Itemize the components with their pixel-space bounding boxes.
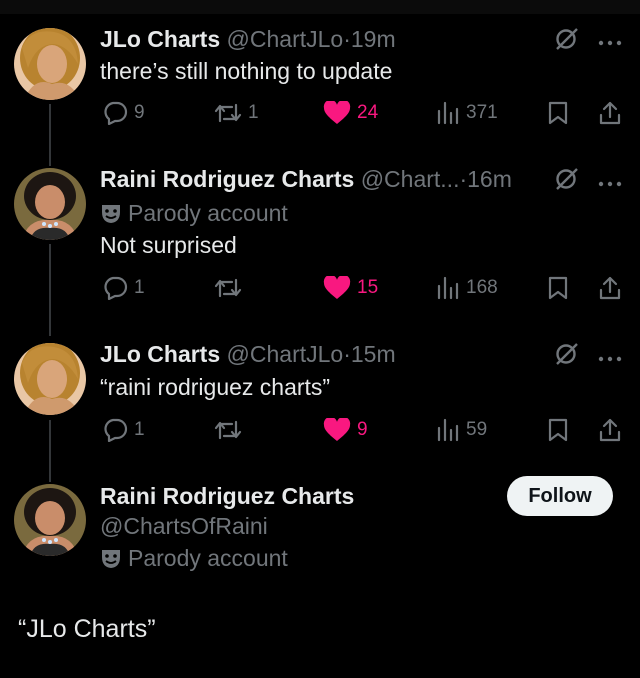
like-count: 9 — [357, 419, 368, 440]
view-count: 371 — [466, 102, 498, 123]
status-strip — [0, 0, 640, 14]
reply-button[interactable]: 1 — [102, 418, 145, 442]
view-count: 59 — [466, 419, 488, 440]
heart-filled-icon — [323, 418, 351, 441]
parody-text: Parody account — [128, 200, 288, 226]
retweet-icon — [214, 420, 242, 440]
reply-count: 1 — [134, 277, 145, 298]
retweet-count: 1 — [248, 102, 259, 123]
bookmark-icon[interactable] — [548, 101, 568, 130]
heart-filled-icon — [323, 276, 351, 299]
tweet-text: “JLo Charts” — [18, 615, 156, 643]
author-handle: @ChartJLo — [226, 341, 344, 367]
author-handle: @Chart... — [360, 166, 460, 192]
heart-filled-icon — [323, 101, 351, 124]
reply-button[interactable]: 9 — [102, 101, 145, 125]
view-count: 168 — [466, 277, 498, 298]
avatar[interactable] — [14, 28, 86, 100]
author-handle: @ChartJLo — [226, 26, 344, 52]
grok-icon[interactable] — [554, 341, 580, 372]
grok-icon[interactable] — [554, 166, 580, 197]
retweet-button[interactable] — [214, 418, 248, 442]
bookmark-icon[interactable] — [548, 276, 568, 305]
timestamp[interactable]: 19m — [351, 26, 396, 52]
thread-line — [49, 420, 51, 482]
author-name[interactable]: JLo Charts @ChartJLo·15m — [100, 341, 396, 368]
views-button[interactable]: 371 — [436, 101, 498, 125]
separator-dot: · — [343, 26, 351, 52]
retweet-button[interactable] — [214, 276, 248, 300]
views-icon — [437, 418, 459, 442]
like-button[interactable]: 24 — [323, 101, 378, 125]
retweet-icon — [214, 278, 242, 298]
parody-label: Parody account — [100, 545, 288, 572]
avatar[interactable] — [14, 168, 86, 240]
parody-label: Parody account — [100, 200, 288, 227]
share-icon[interactable] — [598, 276, 622, 305]
share-icon[interactable] — [598, 101, 622, 130]
more-icon[interactable] — [598, 350, 622, 368]
share-icon[interactable] — [598, 418, 622, 447]
views-button[interactable]: 59 — [436, 418, 487, 442]
author-name[interactable]: JLo Charts @ChartJLo·19m — [100, 26, 396, 53]
reply-icon — [104, 418, 128, 442]
more-icon[interactable] — [598, 34, 622, 52]
author-handle[interactable]: @ChartsOfRaini — [100, 513, 268, 540]
reply-icon — [104, 276, 128, 300]
retweet-button[interactable]: 1 — [214, 101, 259, 125]
like-count: 15 — [357, 277, 379, 298]
avatar[interactable] — [14, 484, 86, 556]
tweet-text: there’s still nothing to update — [100, 58, 393, 84]
bookmark-icon[interactable] — [548, 418, 568, 447]
reply-count: 1 — [134, 419, 145, 440]
grok-icon[interactable] — [554, 26, 580, 57]
reply-count: 9 — [134, 102, 145, 123]
avatar[interactable] — [14, 343, 86, 415]
like-button[interactable]: 15 — [323, 276, 378, 300]
timestamp[interactable]: 15m — [351, 341, 396, 367]
timestamp[interactable]: 16m — [467, 166, 512, 192]
like-button[interactable]: 9 — [323, 418, 368, 442]
views-icon — [437, 276, 459, 300]
author-name[interactable]: Raini Rodriguez Charts @Chart...·16m — [100, 166, 512, 193]
parody-mask-icon — [102, 550, 120, 568]
reply-button[interactable]: 1 — [102, 276, 145, 300]
separator-dot: · — [459, 166, 468, 192]
views-button[interactable]: 168 — [436, 276, 498, 300]
like-count: 24 — [357, 102, 379, 123]
separator-dot: · — [343, 341, 351, 367]
retweet-icon — [214, 103, 242, 123]
more-icon[interactable] — [598, 175, 622, 193]
author-name[interactable]: Raini Rodriguez Charts — [100, 483, 354, 510]
follow-button[interactable]: Follow — [507, 476, 613, 516]
reply-icon — [104, 101, 128, 125]
parody-text: Parody account — [128, 545, 288, 571]
tweet-text: Not surprised — [100, 232, 237, 258]
thread-line — [49, 104, 51, 166]
parody-mask-icon — [102, 205, 120, 223]
tweet-text: “raini rodriguez charts” — [100, 374, 331, 400]
thread-line — [49, 244, 51, 336]
views-icon — [437, 101, 459, 125]
